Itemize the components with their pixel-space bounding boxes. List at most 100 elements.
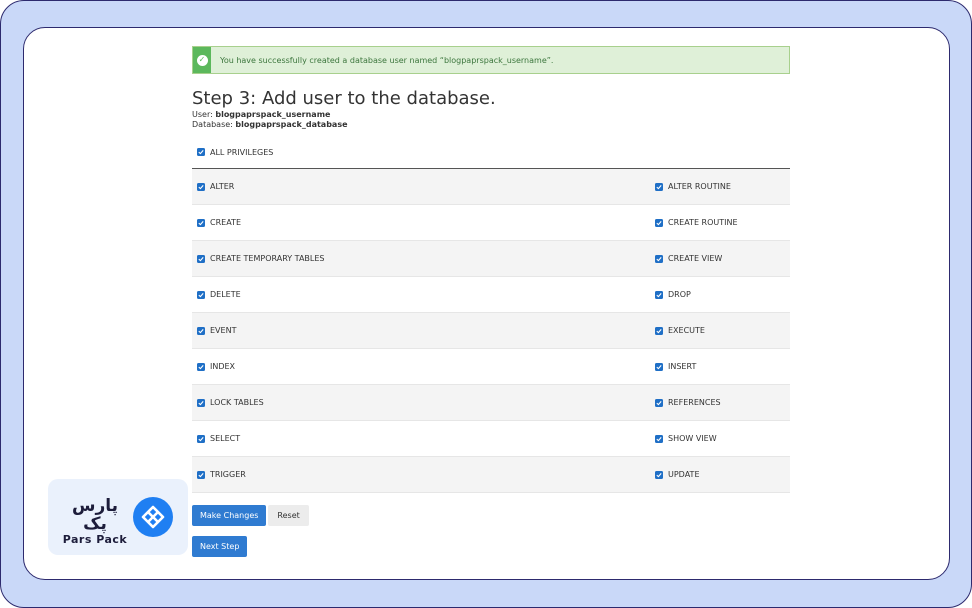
privilege-checkbox[interactable] [655,434,663,443]
privilege-checkbox[interactable] [197,398,205,407]
privilege-label: TRIGGER [210,470,246,479]
check-icon [656,184,662,189]
privilege-row: SELECT SHOW VIEW [192,421,790,457]
privilege-item[interactable]: DELETE [192,290,650,299]
privilege-checkbox[interactable] [197,470,205,479]
privilege-checkbox[interactable] [197,254,205,263]
check-icon [198,256,204,261]
privilege-row: CREATE TEMPORARY TABLES CREATE VIEW [192,241,790,277]
check-icon [198,220,204,225]
user-label: User: [192,110,213,119]
privilege-item[interactable]: REFERENCES [650,398,790,407]
privilege-item[interactable]: SELECT [192,434,650,443]
privilege-checkbox[interactable] [197,434,205,443]
check-icon [656,292,662,297]
privilege-label: INDEX [210,362,236,371]
privilege-item[interactable]: CREATE VIEW [650,254,790,263]
user-value: blogpaprspack_username [215,110,331,119]
check-icon [656,364,662,369]
privilege-item[interactable]: EXECUTE [650,326,790,335]
parspack-logo: پارس پک Pars Pack [48,479,188,555]
privilege-row: LOCK TABLES REFERENCES [192,385,790,421]
check-icon [656,436,662,441]
privilege-label: SHOW VIEW [668,434,717,443]
privilege-checkbox[interactable] [655,254,663,263]
reset-button[interactable]: Reset [268,505,309,526]
privilege-label: DROP [668,290,691,299]
check-icon [656,472,662,477]
privilege-row: TRIGGER UPDATE [192,457,790,493]
privilege-item[interactable]: DROP [650,290,790,299]
privilege-item[interactable]: ALTER [192,182,650,191]
diamond-grid-icon [133,497,173,537]
main-content: ✓ You have successfully created a databa… [192,46,790,557]
privilege-item[interactable]: CREATE ROUTINE [650,218,790,227]
privilege-label: EXECUTE [668,326,705,335]
privilege-item[interactable]: INDEX [192,362,650,371]
success-message: You have successfully created a database… [220,55,554,65]
privilege-item[interactable]: LOCK TABLES [192,398,650,407]
make-changes-button[interactable]: Make Changes [192,505,267,526]
check-icon [198,472,204,477]
privilege-checkbox[interactable] [655,326,663,335]
next-step-button[interactable]: Next Step [192,536,248,557]
database-line: Database: blogpaprspack_database [192,120,790,130]
privilege-checkbox[interactable] [197,290,205,299]
check-icon [656,328,662,333]
privilege-checkbox[interactable] [655,182,663,191]
check-icon [198,150,204,155]
privilege-checkbox[interactable] [197,218,205,227]
privilege-checkbox[interactable] [197,362,205,371]
all-privileges-checkbox[interactable] [197,148,205,156]
privilege-label: ALTER [210,182,235,191]
privilege-label: ALTER ROUTINE [668,182,731,191]
privilege-checkbox[interactable] [655,218,663,227]
privilege-checkbox[interactable] [655,398,663,407]
privilege-item[interactable]: SHOW VIEW [650,434,790,443]
privilege-item[interactable]: TRIGGER [192,470,650,479]
privilege-item[interactable]: ALTER ROUTINE [650,182,790,191]
check-icon [198,292,204,297]
privilege-label: SELECT [210,434,241,443]
check-icon [198,436,204,441]
privilege-item[interactable]: INSERT [650,362,790,371]
privilege-label: CREATE ROUTINE [668,218,738,227]
privilege-label: DELETE [210,290,241,299]
all-privileges-row: ALL PRIVILEGES [192,146,790,158]
action-buttons: Make Changes Reset [192,505,790,526]
privilege-label: UPDATE [668,470,700,479]
all-privileges-label: ALL PRIVILEGES [210,147,274,157]
check-icon [198,328,204,333]
check-icon [656,400,662,405]
privilege-checkbox[interactable] [655,470,663,479]
privilege-row: EVENT EXECUTE [192,313,790,349]
privileges-table: ALTER ALTER ROUTINE CREATE CREATE ROUTINE CR… [192,169,790,493]
database-value: blogpaprspack_database [235,120,348,129]
privilege-row: ALTER ALTER ROUTINE [192,169,790,205]
check-icon [198,400,204,405]
success-icon-box: ✓ [193,47,211,73]
privilege-label: CREATE VIEW [668,254,723,263]
privilege-label: EVENT [210,326,237,335]
privilege-label: CREATE TEMPORARY TABLES [210,254,325,263]
privilege-checkbox[interactable] [655,290,663,299]
database-label: Database: [192,120,233,129]
privilege-item[interactable]: UPDATE [650,470,790,479]
check-icon [198,364,204,369]
page-title: Step 3: Add user to the database. [192,88,496,109]
privilege-checkbox[interactable] [197,182,205,191]
privilege-label: LOCK TABLES [210,398,264,407]
logo-wordmark: پارس پک Pars Pack [62,497,128,547]
privilege-item[interactable]: CREATE [192,218,650,227]
privilege-row: INDEX INSERT [192,349,790,385]
check-circle-icon: ✓ [196,54,208,66]
success-alert: ✓ You have successfully created a databa… [192,46,790,74]
privilege-checkbox[interactable] [655,362,663,371]
privilege-label: CREATE [210,218,241,227]
privilege-label: REFERENCES [668,398,721,407]
privilege-label: INSERT [668,362,697,371]
privilege-row: DELETE DROP [192,277,790,313]
privilege-item[interactable]: CREATE TEMPORARY TABLES [192,254,650,263]
privilege-item[interactable]: EVENT [192,326,650,335]
privilege-checkbox[interactable] [197,326,205,335]
